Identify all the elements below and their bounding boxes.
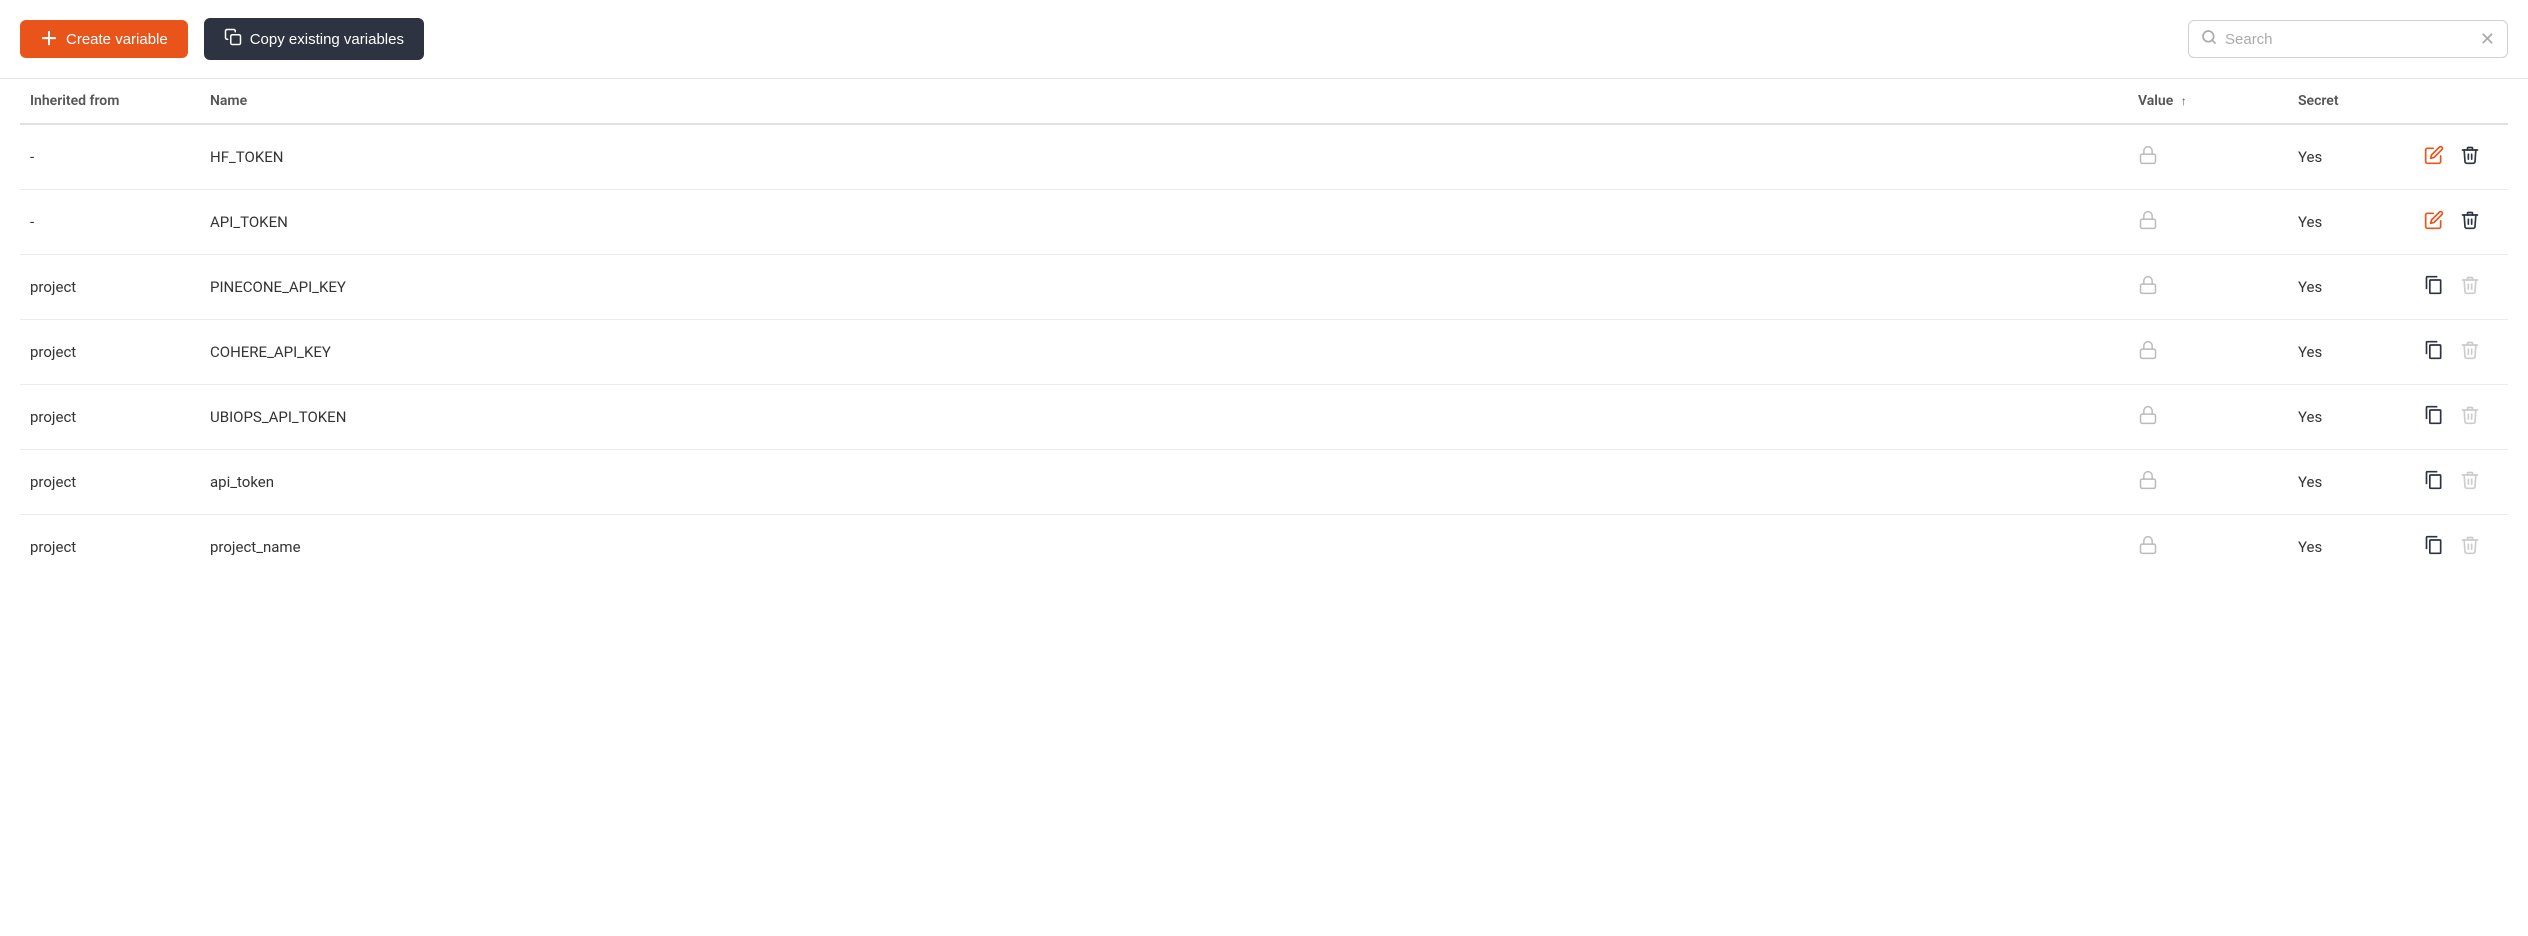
cell-value	[2128, 515, 2288, 580]
actions-container	[2418, 401, 2498, 433]
delete-button[interactable]	[2454, 141, 2486, 173]
cell-value	[2128, 190, 2288, 255]
table-row: -API_TOKEN Yes	[20, 190, 2508, 255]
actions-container	[2418, 336, 2498, 368]
column-header-value[interactable]: Value ↑	[2128, 79, 2288, 124]
copy-icon	[224, 28, 242, 50]
edit-button[interactable]	[2418, 206, 2450, 238]
cell-secret: Yes	[2288, 255, 2408, 320]
lock-icon	[2138, 536, 2158, 560]
copy-existing-variables-button[interactable]: Copy existing variables	[204, 18, 424, 60]
copy-button[interactable]	[2418, 401, 2450, 433]
actions-container	[2418, 531, 2498, 563]
cell-value	[2128, 320, 2288, 385]
cell-secret: Yes	[2288, 320, 2408, 385]
cell-secret: Yes	[2288, 450, 2408, 515]
table-header-row: Inherited from Name Value ↑ Secret	[20, 79, 2508, 124]
cell-value	[2128, 124, 2288, 190]
edit-button[interactable]	[2418, 141, 2450, 173]
cell-inherited-from: project	[20, 320, 200, 385]
cell-actions	[2408, 190, 2508, 255]
cell-inherited-from: project	[20, 255, 200, 320]
cell-value	[2128, 450, 2288, 515]
cell-name: COHERE_API_KEY	[200, 320, 2128, 385]
copy-button[interactable]	[2418, 466, 2450, 498]
copy-button[interactable]	[2418, 271, 2450, 303]
create-variable-button[interactable]: ＋ Create variable	[20, 20, 188, 58]
cell-actions	[2408, 124, 2508, 190]
delete-button-disabled	[2454, 531, 2486, 563]
cell-inherited-from: project	[20, 385, 200, 450]
cell-inherited-from: -	[20, 124, 200, 190]
cell-name: HF_TOKEN	[200, 124, 2128, 190]
lock-icon	[2138, 211, 2158, 235]
cell-value	[2128, 385, 2288, 450]
cell-name: PINECONE_API_KEY	[200, 255, 2128, 320]
lock-icon	[2138, 471, 2158, 495]
table-row: projectCOHERE_API_KEY Yes	[20, 320, 2508, 385]
search-container: ✕	[2188, 20, 2508, 58]
delete-button-disabled	[2454, 271, 2486, 303]
lock-icon	[2138, 406, 2158, 430]
cell-actions	[2408, 385, 2508, 450]
sort-arrow-icon: ↑	[2181, 94, 2187, 108]
table-row: -HF_TOKEN Yes	[20, 124, 2508, 190]
table-row: projectPINECONE_API_KEY Yes	[20, 255, 2508, 320]
actions-container	[2418, 271, 2498, 303]
cell-actions	[2408, 320, 2508, 385]
delete-button[interactable]	[2454, 206, 2486, 238]
cell-value	[2128, 255, 2288, 320]
copy-button[interactable]	[2418, 336, 2450, 368]
copy-button[interactable]	[2418, 531, 2450, 563]
delete-button-disabled	[2454, 466, 2486, 498]
search-icon	[2201, 29, 2217, 49]
plus-icon: ＋	[40, 30, 58, 48]
cell-name: project_name	[200, 515, 2128, 580]
cell-name: UBIOPS_API_TOKEN	[200, 385, 2128, 450]
create-variable-label: Create variable	[66, 31, 168, 48]
cell-secret: Yes	[2288, 385, 2408, 450]
delete-button-disabled	[2454, 401, 2486, 433]
actions-container	[2418, 206, 2498, 238]
cell-secret: Yes	[2288, 190, 2408, 255]
table-body: -HF_TOKEN Yes -API_TOKEN Yes	[20, 124, 2508, 579]
variables-table: Inherited from Name Value ↑ Secret -HF_T…	[20, 79, 2508, 579]
copy-existing-variables-label: Copy existing variables	[250, 31, 404, 48]
cell-actions	[2408, 515, 2508, 580]
table-row: projectproject_name Yes	[20, 515, 2508, 580]
toolbar: ＋ Create variable Copy existing variable…	[0, 0, 2528, 79]
column-header-actions	[2408, 79, 2508, 124]
column-header-name: Name	[200, 79, 2128, 124]
cell-inherited-from: project	[20, 515, 200, 580]
cell-secret: Yes	[2288, 124, 2408, 190]
cell-actions	[2408, 450, 2508, 515]
column-header-inherited-from: Inherited from	[20, 79, 200, 124]
cell-inherited-from: project	[20, 450, 200, 515]
cell-inherited-from: -	[20, 190, 200, 255]
cell-secret: Yes	[2288, 515, 2408, 580]
cell-name: API_TOKEN	[200, 190, 2128, 255]
cell-name: api_token	[200, 450, 2128, 515]
delete-button-disabled	[2454, 336, 2486, 368]
lock-icon	[2138, 341, 2158, 365]
table-row: projectUBIOPS_API_TOKEN Yes	[20, 385, 2508, 450]
actions-container	[2418, 466, 2498, 498]
actions-container	[2418, 141, 2498, 173]
lock-icon	[2138, 276, 2158, 300]
column-header-secret: Secret	[2288, 79, 2408, 124]
cell-actions	[2408, 255, 2508, 320]
search-input[interactable]	[2225, 31, 2472, 48]
search-clear-button[interactable]: ✕	[2480, 30, 2495, 48]
table-row: projectapi_token Yes	[20, 450, 2508, 515]
lock-icon	[2138, 146, 2158, 170]
variables-table-container: Inherited from Name Value ↑ Secret -HF_T…	[0, 79, 2528, 579]
